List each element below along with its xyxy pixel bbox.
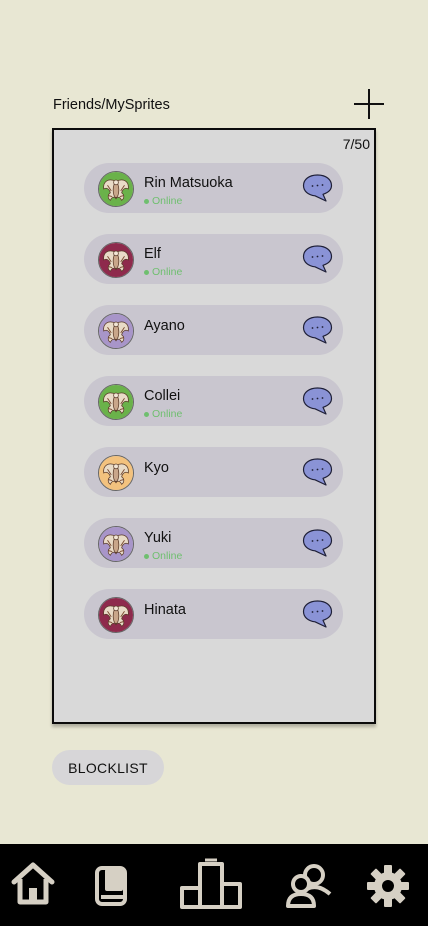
online-dot-icon — [144, 269, 149, 275]
friend-name: Kyo — [144, 460, 169, 476]
friend-row[interactable]: Kyo — [84, 447, 343, 497]
friend-row[interactable]: Rin Matsuoka Online — [84, 163, 343, 213]
friend-avatar — [98, 313, 134, 349]
nav-leaderboard[interactable] — [179, 858, 243, 910]
friend-name: Collei — [144, 388, 181, 404]
blocklist-button[interactable]: BLOCKLIST — [52, 750, 164, 785]
online-dot-icon — [144, 198, 149, 204]
online-status: Online — [144, 195, 182, 207]
chat-bubble-icon — [302, 174, 333, 202]
chat-bubble-icon — [302, 387, 333, 415]
bottom-nav — [0, 844, 428, 926]
friend-avatar — [98, 242, 134, 278]
online-status: Online — [144, 266, 182, 278]
chat-bubble-icon — [302, 458, 333, 486]
plus-icon — [354, 89, 384, 119]
sprite-avatar-icon — [99, 598, 133, 632]
friend-row[interactable]: Elf Online — [84, 234, 343, 284]
friend-name: Ayano — [144, 318, 185, 334]
home-icon — [11, 862, 55, 905]
leaderboard-icon — [180, 858, 242, 909]
chat-button[interactable] — [302, 528, 333, 558]
sprite-avatar-icon — [99, 456, 133, 490]
chat-button[interactable] — [302, 599, 333, 629]
friend-avatar — [98, 597, 134, 633]
nav-book[interactable] — [94, 866, 130, 906]
chat-button[interactable] — [302, 457, 333, 487]
chat-button[interactable] — [302, 386, 333, 416]
chat-bubble-icon — [302, 316, 333, 344]
online-status: Online — [144, 550, 182, 562]
friend-row[interactable]: Yuki Online — [84, 518, 343, 568]
chat-bubble-icon — [302, 245, 333, 273]
online-status: Online — [144, 408, 182, 420]
friend-avatar — [98, 526, 134, 562]
chat-bubble-icon — [302, 529, 333, 557]
friend-avatar — [98, 171, 134, 207]
status-text: Online — [152, 408, 183, 420]
friend-row[interactable]: Ayano — [84, 305, 343, 355]
settings-icon — [367, 865, 409, 907]
chat-button[interactable] — [302, 244, 333, 274]
status-text: Online — [152, 266, 183, 278]
add-friend-button[interactable] — [353, 88, 385, 120]
book-icon — [95, 866, 127, 906]
friends-panel: 7/50 Rin Matsuoka Online Elf Online Ayano Col… — [52, 128, 376, 724]
friend-row[interactable]: Hinata — [84, 589, 343, 639]
friend-list: Rin Matsuoka Online Elf Online Ayano Collei On… — [84, 163, 343, 660]
friend-name: Rin Matsuoka — [144, 175, 233, 191]
friends-icon — [286, 864, 332, 908]
friend-name: Yuki — [144, 530, 172, 546]
chat-button[interactable] — [302, 173, 333, 203]
chat-button[interactable] — [302, 315, 333, 345]
friend-row[interactable]: Collei Online — [84, 376, 343, 426]
status-text: Online — [152, 550, 183, 562]
friend-name: Elf — [144, 246, 161, 262]
chat-bubble-icon — [302, 600, 333, 628]
friend-count: 7/50 — [342, 136, 370, 152]
status-text: Online — [152, 195, 183, 207]
nav-settings[interactable] — [366, 864, 410, 908]
nav-home[interactable] — [10, 860, 56, 906]
online-dot-icon — [144, 553, 149, 559]
sprite-avatar-icon — [99, 243, 133, 277]
friend-avatar — [98, 384, 134, 420]
sprite-avatar-icon — [99, 314, 133, 348]
nav-friends[interactable] — [286, 862, 332, 908]
sprite-avatar-icon — [99, 527, 133, 561]
page-title: Friends/MySprites — [53, 97, 170, 113]
sprite-avatar-icon — [99, 172, 133, 206]
sprite-avatar-icon — [99, 385, 133, 419]
online-dot-icon — [144, 411, 149, 417]
friend-avatar — [98, 455, 134, 491]
friend-name: Hinata — [144, 602, 186, 618]
